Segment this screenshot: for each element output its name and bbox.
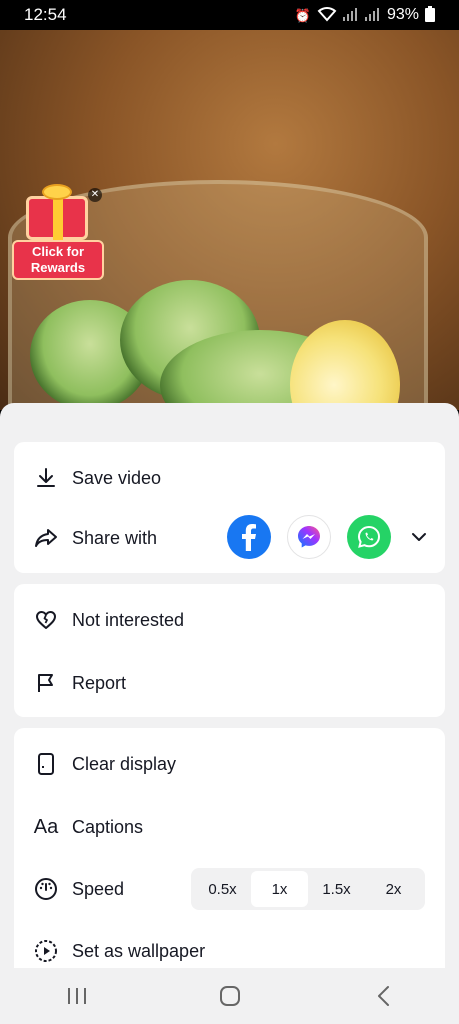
options-sheet: Save video Share with Not interested Rep…: [0, 403, 459, 988]
gift-bow-icon: [42, 184, 72, 200]
speed-label: Speed: [72, 878, 125, 899]
alarm-icon: ⏰: [294, 7, 311, 23]
close-icon[interactable]: ✕: [88, 188, 102, 202]
rewards-label-line2: Rewards: [30, 260, 86, 275]
display-card: Clear display Aa Captions Speed 0.5x 1x …: [14, 728, 445, 988]
speed-option-2x[interactable]: 2x: [365, 871, 422, 907]
not-interested-label: Not interested: [72, 609, 185, 630]
video-player[interactable]: Click for Rewards ✕: [0, 30, 459, 410]
wifi-icon: [317, 6, 337, 24]
messenger-icon[interactable]: [287, 515, 331, 559]
set-as-wallpaper-label: Set as wallpaper: [72, 940, 206, 961]
speed-option-1x[interactable]: 1x: [251, 871, 308, 907]
rewards-label-line1: Click for: [31, 244, 84, 259]
captions-icon: Aa: [33, 815, 59, 838]
signal-icon-2: [364, 7, 381, 23]
share-targets: [227, 515, 431, 559]
broken-heart-icon: [34, 608, 58, 632]
rewards-label: Click for Rewards: [12, 240, 104, 280]
system-nav-bar: [0, 968, 459, 1024]
back-icon[interactable]: [353, 976, 413, 1016]
facebook-icon[interactable]: [227, 515, 271, 559]
chevron-down-icon[interactable]: [407, 525, 431, 549]
captions-row[interactable]: Aa Captions: [14, 797, 445, 857]
whatsapp-icon[interactable]: [347, 515, 391, 559]
status-icons: ⏰ 93%: [295, 6, 435, 24]
speed-selector: 0.5x 1x 1.5x 2x: [191, 868, 425, 910]
report-label: Report: [72, 672, 127, 693]
speed-row: Speed 0.5x 1x 1.5x 2x: [14, 859, 445, 919]
recent-apps-icon[interactable]: [47, 976, 107, 1016]
gift-icon: [26, 195, 88, 243]
share-with-label: Share with: [72, 527, 158, 548]
not-interested-row[interactable]: Not interested: [14, 590, 445, 650]
feedback-card: Not interested Report: [14, 584, 445, 717]
speedometer-icon: [34, 877, 58, 901]
phone-icon: [34, 752, 58, 776]
wallpaper-play-icon: [34, 939, 58, 963]
flag-icon: [34, 671, 58, 695]
save-video-label: Save video: [72, 467, 162, 488]
speed-option-1.5x[interactable]: 1.5x: [308, 871, 365, 907]
clear-display-label: Clear display: [72, 753, 177, 774]
signal-icon: [342, 7, 359, 23]
download-icon: [34, 466, 58, 490]
share-arrow-icon: [34, 526, 58, 550]
report-row[interactable]: Report: [14, 653, 445, 713]
clear-display-row[interactable]: Clear display: [14, 734, 445, 794]
status-bar: 12:54 ⏰ 93%: [0, 0, 459, 30]
captions-label: Captions: [72, 816, 144, 837]
save-video-row[interactable]: Save video: [14, 448, 445, 508]
speed-option-0.5x[interactable]: 0.5x: [194, 871, 251, 907]
home-icon[interactable]: [200, 976, 260, 1016]
share-card: Save video Share with: [14, 442, 445, 573]
battery-icon: [425, 6, 435, 24]
rewards-promo[interactable]: Click for Rewards ✕: [12, 184, 104, 282]
share-with-row: Share with: [14, 508, 445, 568]
battery-percent: 93%: [386, 6, 419, 23]
status-time: 12:54: [24, 5, 67, 24]
